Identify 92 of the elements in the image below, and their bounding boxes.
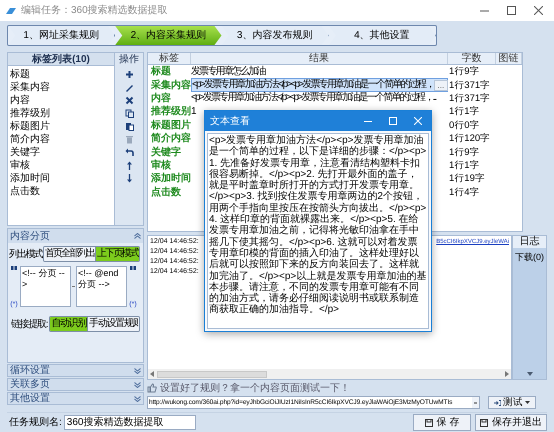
result-text: <p>发票专用章加油方法</p><p>发票专用章加油是一个简单的过程，... — [191, 92, 436, 104]
selected-cell[interactable]: <p>发票专用章加油方法</p><p>发票专用章加油是一个简单的过程， ... — [191, 78, 448, 92]
scroll-right-icon[interactable] — [505, 371, 509, 377]
undo-icon[interactable] — [124, 148, 134, 157]
maximize-icon[interactable] — [507, 6, 516, 15]
list-mode-option[interactable]: 上下页模式 — [96, 247, 139, 261]
result-text: <p>发票专用章加油方法</p><p>发票专用章加油是一个简单的过程， — [192, 79, 434, 92]
caret-icon — [525, 401, 530, 404]
save-button[interactable]: 保 存 — [413, 414, 471, 431]
more-button[interactable]: ... — [434, 80, 448, 91]
count-cell-text: 1行9字 — [448, 65, 481, 78]
column-header[interactable]: 标签 — [148, 53, 191, 64]
tag-cell-text: 关键字 — [150, 146, 182, 159]
add-icon[interactable] — [124, 70, 134, 79]
task-name-label: 任务规则名: — [9, 416, 62, 430]
close-icon[interactable] — [534, 6, 543, 15]
delete-icon[interactable] — [124, 96, 134, 105]
tag-item[interactable]: 简介内容 — [10, 133, 114, 146]
collapse-icon[interactable] — [134, 233, 141, 239]
tag-item[interactable]: 添加时间 — [10, 172, 114, 185]
save-icon — [480, 418, 488, 426]
save-button[interactable]: 保存并退出 — [475, 414, 547, 431]
result-text: 发票专用章怎么加油 — [191, 66, 265, 78]
move-down-icon[interactable] — [124, 174, 134, 183]
tag-item[interactable]: 推荐级别 — [10, 107, 114, 120]
count-cell-text: 1行1字 — [448, 158, 481, 172]
tag-cell-text: 添加时间 — [150, 172, 191, 186]
count-cell-text: 1行1字 — [448, 105, 481, 118]
result-text: 1 — [191, 106, 195, 118]
tag-item[interactable]: 采集内容 — [10, 81, 114, 94]
list-mode-option[interactable]: 首页全部列出 — [44, 247, 96, 261]
tag-cell-text: 内容 — [150, 92, 172, 105]
text-area[interactable]: <p>发票专用章加油方法</p><p>发票专用章加油是一个简单的过程，以下是详细的步骤：</p><p>1. 先准备好发票专用章，注意看清结构塑料卡扣很容易断掉。</p><p>2. 先打开最外面的盖子，就是平时盖章时所打开的方式打开发票专用章。</p><p>3. 找到按住发票专用章两边的2个按钮，用两个手指向里按压在按箭头方向拔出。</p><p>4. 这样印章的背面就裸露出来。</p><p>5. 在给发票专用章加油之前，记得将光敏印油拿在手中摇几下使其摇匀。</p><p>6. 这就可以对着发票专用章印模的背面的插入印油了。这样处理好以后就可以按照卸下来的反方向装回去了。这样就加完油了。</p><p>以上就是发票专用章加油的基本步骤。请注意，不同的发票专用章可能有不同的加油方式，请务必仔细阅读说明书或联系制造商获取正确的加油指导。</p> — [207, 133, 429, 329]
thumbs-up-icon — [147, 383, 157, 393]
open-quote-icon — [11, 266, 17, 271]
scroll-left-icon[interactable] — [150, 371, 154, 377]
tag-item[interactable]: 标题 — [10, 68, 114, 81]
link-mode-option[interactable]: 手动设置规则 — [87, 317, 139, 331]
expand-icon — [134, 368, 141, 374]
section-header[interactable]: 循环设置 — [7, 364, 144, 377]
operations-header: 操作 — [119, 53, 139, 66]
count-cell-text: 1行19字 — [448, 172, 486, 186]
horizontal-scrollbar[interactable] — [148, 369, 511, 379]
tag-cell-text: 标题 — [150, 65, 172, 78]
copy-icon[interactable] — [124, 109, 134, 118]
tag-item[interactable]: 内容 — [10, 94, 114, 107]
dialog-title: 文本查看 — [210, 114, 250, 128]
end-marker-field[interactable]: <!-- @end 分页 --> — [76, 266, 127, 307]
count-cell-text: 1行120字 — [448, 132, 492, 146]
tag-cell-text: 审核 — [150, 158, 172, 172]
window-title: 编辑任务：360搜索精选数据提取 — [21, 4, 168, 18]
scroll-down-icon[interactable] — [526, 372, 532, 376]
move-up-icon[interactable] — [124, 161, 134, 170]
step-tab[interactable]: 1、网址采集规则 — [8, 26, 116, 45]
tag-cell-text: 采集内容 — [150, 78, 191, 92]
tag-item[interactable]: 点击数 — [10, 185, 114, 198]
tag-cell-text: 推荐级别 — [150, 105, 191, 118]
count-cell-text: 1行9字 — [448, 146, 481, 159]
log-category[interactable]: 下载(0) — [515, 251, 544, 264]
count-cell-text: 1行371字 — [448, 78, 492, 92]
count-cell-text: 1行371字 — [448, 92, 492, 105]
paste-icon[interactable] — [124, 122, 134, 131]
list-header: 标签列表(10) — [8, 53, 114, 66]
tag-item[interactable]: 审核 — [10, 159, 114, 172]
count-cell-text: 1行4字 — [448, 186, 481, 199]
close-quote-icon — [130, 266, 136, 271]
login-icon — [494, 400, 501, 406]
save-icon — [424, 418, 433, 426]
hint-text: 设置好了规则？拿一个内容页面测试一下！ — [160, 382, 350, 396]
link-mode-option[interactable]: 自动识别 — [50, 317, 88, 331]
column-header[interactable]: 结果 — [191, 53, 448, 64]
section-title: 内容分页 — [10, 230, 50, 244]
count-cell-text: 0行0字 — [448, 118, 481, 132]
task-name-field[interactable]: 360搜索精选数据提取 — [64, 415, 196, 430]
section-header[interactable]: 其他设置 — [7, 392, 144, 405]
edit-icon[interactable] — [124, 83, 134, 92]
tag-item[interactable]: 关键字 — [10, 146, 114, 159]
step-tab[interactable]: 2、内容采集规则 — [115, 26, 222, 45]
tag-cell-text: 点击数 — [150, 186, 182, 199]
section-header[interactable]: 关联多页 — [7, 378, 144, 391]
link-extract-label: 链接提取: — [11, 318, 48, 332]
tag-cell-text: 标题图片 — [150, 118, 191, 132]
test-button[interactable]: 测试 — [488, 396, 536, 409]
expand-icon — [134, 396, 141, 402]
app-logo-icon — [5, 6, 17, 14]
tag-item[interactable]: 标题图片 — [10, 120, 114, 133]
tag-cell-text: 简介内容 — [150, 132, 191, 146]
column-header[interactable]: 图链 — [496, 53, 522, 64]
expand-icon — [134, 382, 141, 388]
start-marker-field[interactable]: <!-- 分页 --> — [20, 266, 71, 307]
column-header[interactable]: 字数 — [448, 53, 496, 64]
log-tab[interactable]: 日志 — [513, 236, 546, 248]
